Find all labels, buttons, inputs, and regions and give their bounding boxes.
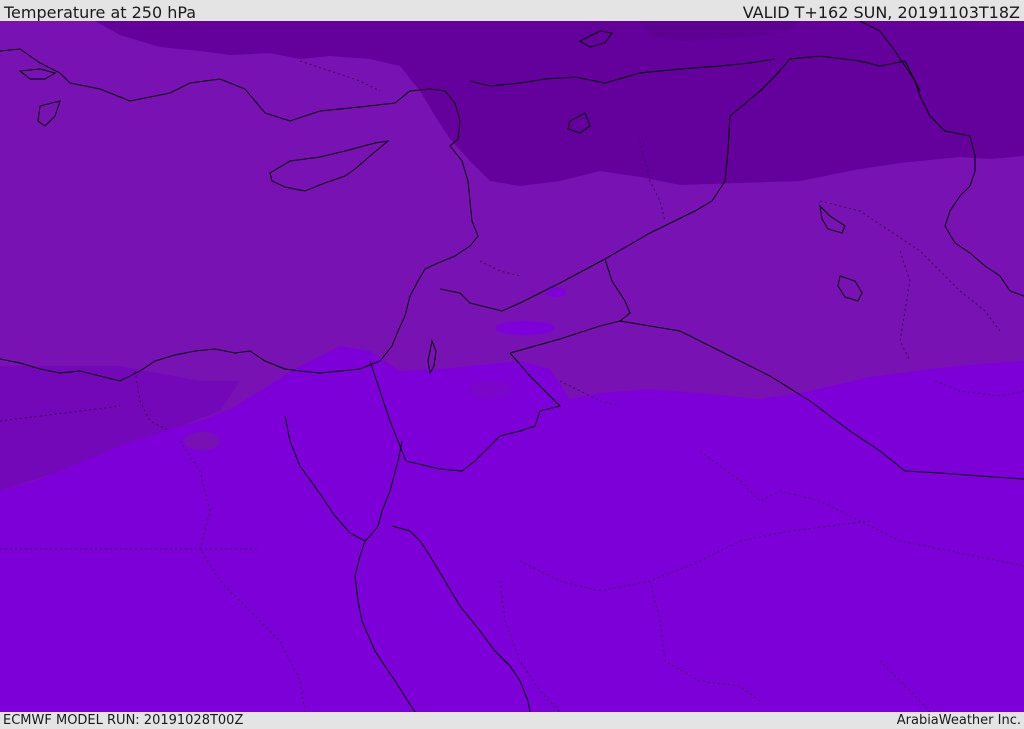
warm-blob-1 xyxy=(495,321,555,335)
cold-blob-1 xyxy=(184,432,220,450)
provider-credit: ArabiaWeather Inc. xyxy=(896,713,1021,728)
header-bar: Temperature at 250 hPa VALID T+162 SUN, … xyxy=(0,0,1024,22)
model-run-label: ECMWF MODEL RUN: 20191028T00Z xyxy=(3,713,244,728)
map-title: Temperature at 250 hPa xyxy=(4,3,197,22)
valid-time-label: VALID T+162 SUN, 20191103T18Z xyxy=(742,3,1020,22)
map-canvas xyxy=(0,21,1024,712)
temperature-map xyxy=(0,21,1024,712)
warm-blob-2 xyxy=(468,381,512,399)
footer-bar: ECMWF MODEL RUN: 20191028T00Z ArabiaWeat… xyxy=(0,712,1024,729)
weather-map-page: Temperature at 250 hPa VALID T+162 SUN, … xyxy=(0,0,1024,729)
